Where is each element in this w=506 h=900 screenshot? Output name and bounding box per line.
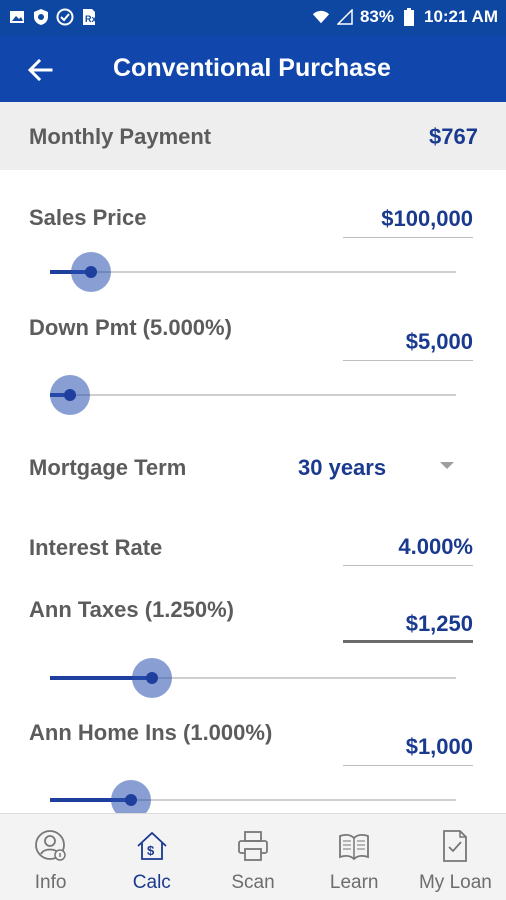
sales-price-slider[interactable] bbox=[50, 252, 456, 292]
interest-rate-field[interactable]: 4.000% bbox=[343, 528, 473, 566]
nav-label: Calc bbox=[132, 872, 171, 893]
page-title: Conventional Purchase bbox=[113, 54, 391, 82]
status-bar: Rx 83% 10:21 AM bbox=[0, 0, 506, 36]
svg-text:$: $ bbox=[147, 843, 155, 858]
nav-label: Info bbox=[34, 872, 67, 893]
dropdown-arrow-icon bbox=[440, 462, 454, 469]
printer-icon bbox=[235, 828, 271, 864]
monthly-payment-value: $767 bbox=[429, 124, 478, 149]
sales-price-field[interactable]: $100,000 bbox=[343, 200, 473, 238]
nav-learn[interactable]: Learn bbox=[304, 814, 405, 900]
book-icon bbox=[336, 828, 372, 864]
annual-taxes-field[interactable]: $1,250 bbox=[343, 605, 473, 643]
slider-track bbox=[50, 394, 456, 396]
sales-price-label: Sales Price bbox=[29, 205, 147, 230]
nav-calc[interactable]: $ Calc bbox=[101, 814, 202, 900]
document-check-icon bbox=[437, 828, 473, 864]
clock: 10:21 AM bbox=[423, 7, 498, 26]
system-indicators: 83% 10:21 AM bbox=[312, 7, 498, 27]
slider-thumb[interactable] bbox=[145, 672, 158, 684]
battery-icon bbox=[400, 8, 418, 26]
annual-taxes-label: Ann Taxes (1.250%) bbox=[29, 597, 235, 622]
nav-label: My Loan bbox=[418, 872, 492, 893]
monthly-payment-summary: Monthly Payment $767 bbox=[0, 102, 506, 170]
wifi-icon bbox=[312, 8, 330, 26]
down-payment-slider[interactable] bbox=[50, 375, 456, 415]
notification-icons: Rx bbox=[8, 8, 98, 26]
annual-home-insurance-field[interactable]: $1,000 bbox=[343, 728, 473, 766]
nav-my-loan[interactable]: My Loan bbox=[405, 814, 506, 900]
rx-icon: Rx bbox=[80, 8, 98, 26]
svg-text:Rx: Rx bbox=[85, 14, 97, 24]
annual-home-insurance-label: Ann Home Ins (1.000%) bbox=[29, 720, 273, 745]
house-dollar-icon: $ bbox=[134, 828, 170, 864]
shield-icon bbox=[32, 8, 50, 26]
nav-label: Scan bbox=[231, 872, 275, 893]
nav-scan[interactable]: Scan bbox=[202, 814, 303, 900]
monthly-payment-label: Monthly Payment bbox=[29, 124, 212, 149]
gallery-icon bbox=[8, 8, 26, 26]
down-payment-field[interactable]: $5,000 bbox=[343, 323, 473, 361]
down-payment-label: Down Pmt (5.000%) bbox=[29, 315, 232, 340]
slider-track bbox=[50, 271, 456, 273]
slider-thumb[interactable] bbox=[84, 266, 97, 278]
back-button[interactable] bbox=[20, 50, 60, 90]
battery-percent: 83% bbox=[359, 7, 394, 26]
bottom-navigation: Info $ Calc Scan Learn My Loan bbox=[0, 813, 506, 900]
mortgage-term-label: Mortgage Term bbox=[29, 455, 187, 480]
annual-taxes-slider[interactable] bbox=[50, 658, 456, 698]
person-info-icon bbox=[33, 828, 69, 864]
interest-rate-label: Interest Rate bbox=[29, 535, 163, 560]
app-bar: Conventional Purchase bbox=[0, 36, 506, 102]
arrow-left-icon bbox=[27, 59, 53, 81]
nav-label: Learn bbox=[329, 872, 379, 893]
mortgage-term-dropdown[interactable]: 30 years bbox=[298, 452, 458, 486]
mortgage-term-value: 30 years bbox=[298, 455, 387, 480]
nav-info[interactable]: Info bbox=[0, 814, 101, 900]
signal-icon bbox=[336, 8, 354, 26]
check-circle-icon bbox=[56, 8, 74, 26]
